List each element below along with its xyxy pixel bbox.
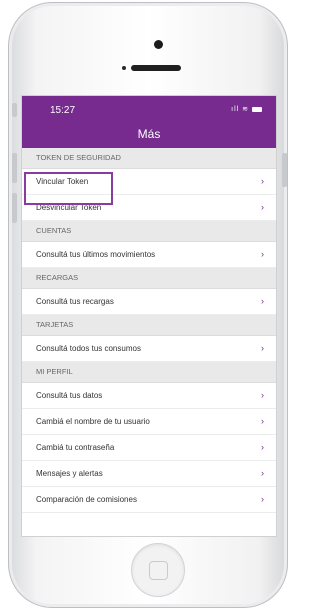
menu-item[interactable]: Comparación de comisiones › xyxy=(22,487,276,513)
chevron-right-icon: › xyxy=(261,416,264,426)
battery-icon xyxy=(252,106,262,112)
section-header: MI PERFIL xyxy=(22,362,276,383)
power-button xyxy=(282,153,287,187)
menu-item-label: Consultá tus datos xyxy=(36,391,103,400)
chevron-right-icon: › xyxy=(261,442,264,452)
menu-item[interactable]: Mensajes y alertas › xyxy=(22,461,276,487)
status-bar: 15:27 ıll ≋ xyxy=(22,96,276,122)
status-icons: ıll ≋ xyxy=(231,105,262,113)
sensor-dot xyxy=(122,66,126,70)
menu-item-label: Comparación de comisiones xyxy=(36,495,137,504)
menu-item-label: Cambiá el nombre de tu usuario xyxy=(36,417,150,426)
chevron-right-icon: › xyxy=(261,468,264,478)
menu-item[interactable]: Cambiá tu contraseña › xyxy=(22,435,276,461)
volume-down-button xyxy=(12,193,17,223)
home-button[interactable] xyxy=(131,543,185,597)
home-square-icon xyxy=(149,561,168,580)
section-header: TOKEN DE SEGURIDAD xyxy=(22,148,276,169)
section-header: TARJETAS xyxy=(22,315,276,336)
chevron-right-icon: › xyxy=(261,249,264,259)
menu-item-label: Consultá tus recargas xyxy=(36,297,114,306)
section-header: CUENTAS xyxy=(22,221,276,242)
chevron-right-icon: › xyxy=(261,343,264,353)
menu-item[interactable]: Cambiá el nombre de tu usuario › xyxy=(22,409,276,435)
menu-item-label: Consultá tus últimos movimientos xyxy=(36,250,156,259)
chevron-right-icon: › xyxy=(261,296,264,306)
chevron-right-icon: › xyxy=(261,494,264,504)
menu-item[interactable]: Consultá tus recargas › xyxy=(22,289,276,315)
chevron-right-icon: › xyxy=(261,176,264,186)
page-title: Más xyxy=(22,122,276,148)
status-time: 15:27 xyxy=(50,105,76,116)
wifi-icon: ≋ xyxy=(242,106,250,113)
menu-item[interactable]: Consultá tus últimos movimientos › xyxy=(22,242,276,268)
menu-item[interactable]: Consultá todos tus consumos › xyxy=(22,336,276,362)
volume-up-button xyxy=(12,153,17,183)
earpiece-speaker xyxy=(131,65,181,71)
section-header: RECARGAS xyxy=(22,268,276,289)
chevron-right-icon: › xyxy=(261,202,264,212)
menu-item[interactable]: Consultá tus datos › xyxy=(22,383,276,409)
menu-item-label: Cambiá tu contraseña xyxy=(36,443,115,452)
highlight-box xyxy=(24,172,113,205)
app-screen: 15:27 ıll ≋ Más TOKEN DE SEGURIDAD Vincul… xyxy=(21,95,277,537)
menu-item-label: Mensajes y alertas xyxy=(36,469,103,478)
menu-item-label: Consultá todos tus consumos xyxy=(36,344,141,353)
signal-icon: ıll xyxy=(231,106,240,113)
chevron-right-icon: › xyxy=(261,390,264,400)
mute-switch xyxy=(12,103,17,117)
front-camera xyxy=(154,40,163,49)
